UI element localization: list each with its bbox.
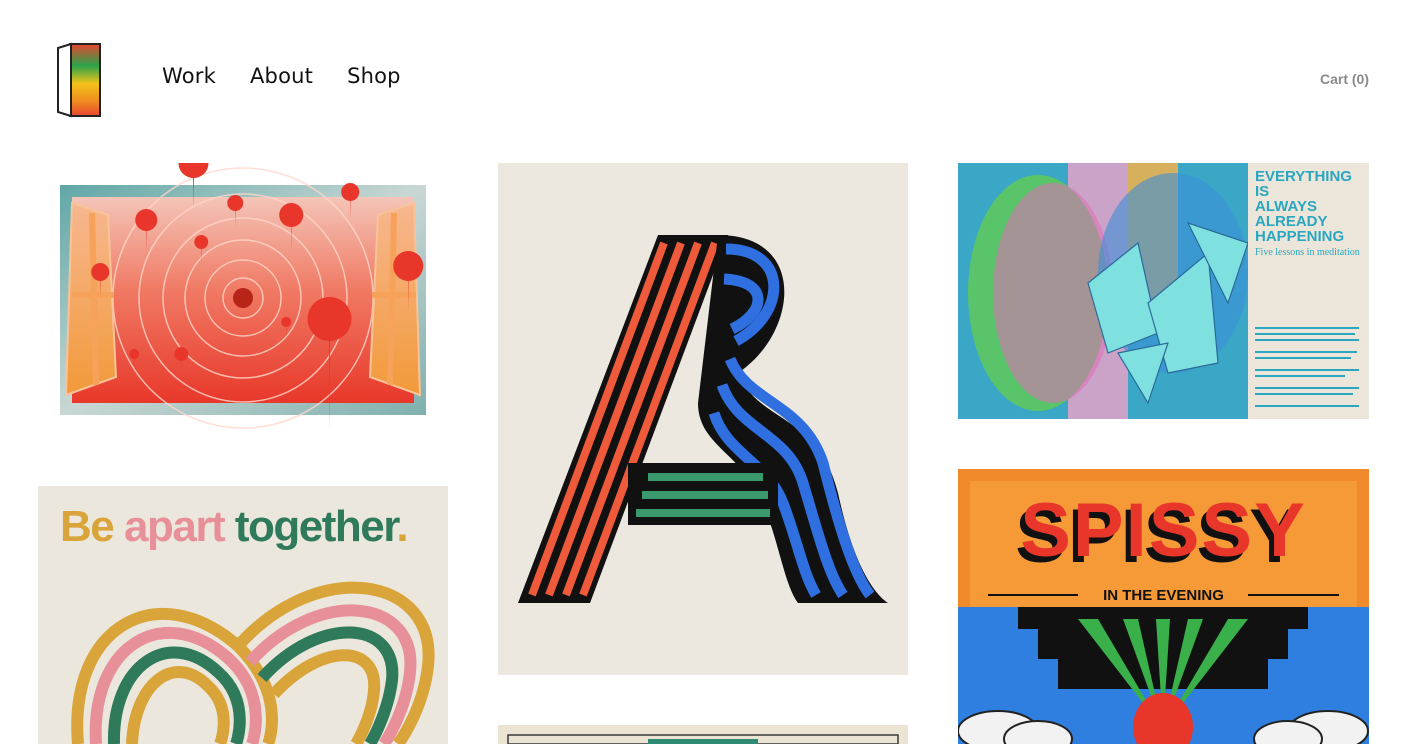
letter-a-artwork <box>518 235 888 603</box>
artwork-tile-meditation[interactable]: EVERYTHING IS ALWAYS ALREADY HAPPENING F… <box>958 163 1369 419</box>
artwork-tile-letter-a[interactable] <box>498 163 908 675</box>
nav-shop[interactable]: Shop <box>347 64 401 88</box>
map-window-artwork <box>60 163 426 429</box>
main-nav: Work About Shop <box>162 64 401 88</box>
spissy-subtitle: IN THE EVENING <box>1103 587 1224 604</box>
apart-loops-artwork <box>71 581 435 744</box>
meditation-body-text <box>1255 327 1359 407</box>
artwork-tile-be-apart-together[interactable]: Be apart together. <box>38 486 448 744</box>
spissy-title: SPISSY <box>1020 488 1307 573</box>
artwork-tile-map-window[interactable] <box>38 163 448 438</box>
door-logo-icon <box>57 42 101 118</box>
nav-about[interactable]: About <box>250 64 313 88</box>
artwork-tile-partial[interactable] <box>498 725 908 744</box>
partial-artwork <box>507 734 899 744</box>
cart-link[interactable]: Cart (0) <box>1320 71 1369 87</box>
site-header: Work About Shop Cart (0) <box>0 0 1409 150</box>
nav-work[interactable]: Work <box>162 64 216 88</box>
artwork-tile-spissy[interactable]: SPISSY IN THE EVENING <box>958 469 1369 744</box>
door-logo[interactable] <box>56 42 102 118</box>
